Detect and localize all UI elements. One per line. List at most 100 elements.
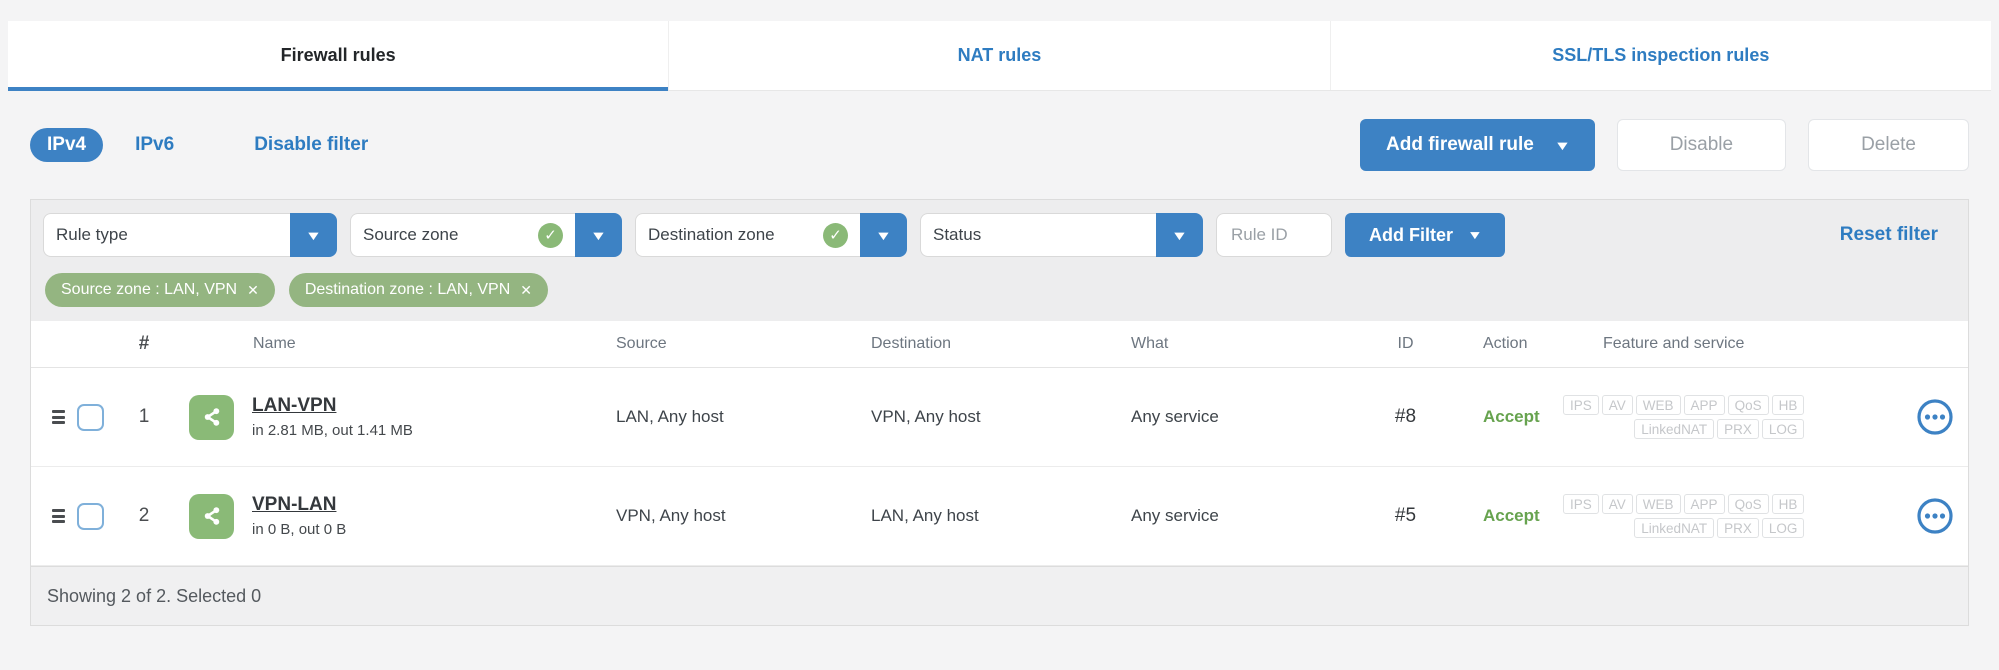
rule-name-block: LAN-VPN in 2.81 MB, out 1.41 MB bbox=[252, 395, 413, 439]
add-firewall-rule-label: Add firewall rule bbox=[1386, 134, 1534, 155]
badge-av: AV bbox=[1601, 395, 1633, 415]
row-drag-cell bbox=[31, 507, 65, 526]
filter-dropdown-destination-zone[interactable]: Destination zone ✓ ▼ bbox=[635, 213, 907, 257]
rule-traffic-stats: in 0 B, out 0 B bbox=[252, 521, 347, 538]
badge-hb: HB bbox=[1771, 395, 1805, 415]
filter-chip-destination-zone: Destination zone : LAN, VPN ✕ bbox=[288, 273, 548, 307]
badge-web: WEB bbox=[1635, 395, 1681, 415]
add-firewall-rule-button[interactable]: Add firewall rule ▼ bbox=[1360, 119, 1595, 171]
badge-app: APP bbox=[1683, 395, 1725, 415]
chevron-down-icon[interactable]: ▼ bbox=[290, 213, 337, 257]
rule-name-block: VPN-LAN in 0 B, out 0 B bbox=[252, 494, 346, 538]
badge-line: IPS AV WEB APP QoS HB bbox=[1563, 494, 1805, 514]
dropdown-field: Destination zone ✓ bbox=[635, 213, 860, 257]
chevron-down-icon: ▼ bbox=[1553, 137, 1571, 153]
tab-label: SSL/TLS inspection rules bbox=[1552, 45, 1770, 65]
ipv6-toggle[interactable]: IPv6 bbox=[135, 134, 174, 156]
disable-filter-link[interactable]: Disable filter bbox=[254, 134, 368, 156]
table-row: 2 VPN-LAN in 0 B, out 0 B VPN, Any host … bbox=[31, 467, 1968, 566]
row-drag-cell bbox=[31, 408, 65, 427]
filter-applied-check-icon: ✓ bbox=[538, 222, 563, 248]
tab-nat-rules[interactable]: NAT rules bbox=[668, 21, 1329, 90]
ipv4-toggle[interactable]: IPv4 bbox=[30, 128, 104, 162]
row-checkbox-cell bbox=[65, 502, 115, 530]
row-feature-badges: IPS AV WEB APP QoS HB LinkedNAT PRX LOG bbox=[1563, 395, 1892, 439]
badge-web: WEB bbox=[1635, 494, 1681, 514]
table-row: 1 LAN-VPN in 2.81 MB, out 1.41 MB LAN, A… bbox=[31, 368, 1968, 467]
row-name-cell: LAN-VPN in 2.81 MB, out 1.41 MB bbox=[173, 394, 598, 440]
badge-linkednat: LinkedNAT bbox=[1634, 518, 1715, 538]
rule-id-input[interactable] bbox=[1216, 213, 1332, 257]
row-checkbox[interactable] bbox=[76, 403, 104, 431]
reset-filter-link[interactable]: Reset filter bbox=[1840, 224, 1938, 246]
delete-button[interactable]: Delete bbox=[1808, 119, 1969, 171]
row-id: #8 bbox=[1394, 406, 1417, 427]
header-destination: Destination bbox=[871, 335, 952, 352]
active-filter-chips: Source zone : LAN, VPN ✕ Destination zon… bbox=[43, 273, 1956, 307]
badge-ips: IPS bbox=[1563, 494, 1599, 514]
row-checkbox-cell bbox=[65, 403, 115, 431]
tab-label: NAT rules bbox=[957, 45, 1042, 65]
row-id: #5 bbox=[1394, 505, 1417, 526]
close-icon[interactable]: ✕ bbox=[520, 282, 532, 299]
table-header-row: # Name Source Destination What ID Action… bbox=[31, 321, 1968, 368]
chevron-down-icon[interactable]: ▼ bbox=[575, 213, 622, 257]
badge-hb: HB bbox=[1771, 494, 1805, 514]
header-source: Source bbox=[616, 335, 667, 352]
network-rule-share-icon bbox=[189, 394, 234, 440]
badge-prx: PRX bbox=[1717, 419, 1759, 439]
row-what: Any service bbox=[1131, 407, 1219, 426]
toolbar-actions: Add firewall rule ▼ Disable Delete bbox=[1360, 119, 1969, 171]
add-filter-button[interactable]: Add Filter ▼ bbox=[1345, 213, 1505, 257]
dropdown-label: Rule type bbox=[56, 225, 128, 244]
badge-prx: PRX bbox=[1717, 518, 1759, 538]
row-checkbox[interactable] bbox=[76, 502, 104, 530]
filter-row: Rule type ▼ Source zone ✓ ▼ Destination … bbox=[43, 213, 1956, 257]
row-more-cell bbox=[1892, 497, 1978, 535]
add-filter-label: Add Filter bbox=[1369, 224, 1453, 245]
toolbar: IPv4 IPv6 Disable filter Add firewall ru… bbox=[30, 91, 1969, 199]
firewall-rules-card: Rule type ▼ Source zone ✓ ▼ Destination … bbox=[30, 199, 1969, 626]
table-footer-summary: Showing 2 of 2. Selected 0 bbox=[31, 566, 1968, 625]
row-feature-badges: IPS AV WEB APP QoS HB LinkedNAT PRX LOG bbox=[1563, 494, 1892, 538]
tab-firewall-rules[interactable]: Firewall rules bbox=[8, 21, 669, 91]
chevron-down-icon[interactable]: ▼ bbox=[860, 213, 907, 257]
disable-button[interactable]: Disable bbox=[1616, 119, 1787, 171]
rule-name-link[interactable]: VPN-LAN bbox=[252, 494, 346, 516]
more-actions-ellipsis-icon[interactable] bbox=[1916, 497, 1954, 535]
badge-qos: QoS bbox=[1727, 494, 1769, 514]
filter-dropdown-status[interactable]: Status ▼ bbox=[920, 213, 1203, 257]
drag-handle-icon[interactable] bbox=[52, 408, 65, 427]
badge-line: IPS AV WEB APP QoS HB bbox=[1563, 395, 1805, 415]
row-number: 1 bbox=[138, 406, 150, 427]
badge-ips: IPS bbox=[1563, 395, 1599, 415]
more-actions-ellipsis-icon[interactable] bbox=[1916, 398, 1954, 436]
filter-applied-check-icon: ✓ bbox=[823, 222, 848, 248]
filter-dropdown-source-zone[interactable]: Source zone ✓ ▼ bbox=[350, 213, 622, 257]
rule-name-link[interactable]: LAN-VPN bbox=[252, 395, 413, 417]
badge-app: APP bbox=[1683, 494, 1725, 514]
row-number: 2 bbox=[138, 505, 150, 526]
chip-label: Destination zone : LAN, VPN bbox=[304, 281, 511, 298]
header-id: ID bbox=[1397, 335, 1414, 352]
badge-log: LOG bbox=[1761, 419, 1805, 439]
dropdown-field: Source zone ✓ bbox=[350, 213, 575, 257]
filter-panel: Rule type ▼ Source zone ✓ ▼ Destination … bbox=[31, 200, 1968, 321]
row-source: LAN, Any host bbox=[616, 407, 724, 426]
close-icon[interactable]: ✕ bbox=[247, 282, 259, 299]
header-feature-and-service: Feature and service bbox=[1603, 335, 1745, 352]
row-name-cell: VPN-LAN in 0 B, out 0 B bbox=[173, 493, 598, 539]
drag-handle-icon[interactable] bbox=[52, 507, 65, 526]
badge-av: AV bbox=[1601, 494, 1633, 514]
row-source: VPN, Any host bbox=[616, 506, 726, 525]
dropdown-label: Source zone bbox=[363, 225, 459, 244]
filter-chip-source-zone: Source zone : LAN, VPN ✕ bbox=[45, 273, 275, 307]
header-action: Action bbox=[1483, 335, 1528, 352]
chevron-down-icon[interactable]: ▼ bbox=[1156, 213, 1203, 257]
filter-dropdown-rule-type[interactable]: Rule type ▼ bbox=[43, 213, 337, 257]
chevron-down-icon: ▼ bbox=[1466, 228, 1483, 242]
rule-traffic-stats: in 2.81 MB, out 1.41 MB bbox=[252, 422, 413, 439]
row-destination: VPN, Any host bbox=[871, 407, 981, 426]
tab-ssl-tls-inspection-rules[interactable]: SSL/TLS inspection rules bbox=[1329, 21, 1991, 90]
row-destination: LAN, Any host bbox=[871, 506, 979, 525]
